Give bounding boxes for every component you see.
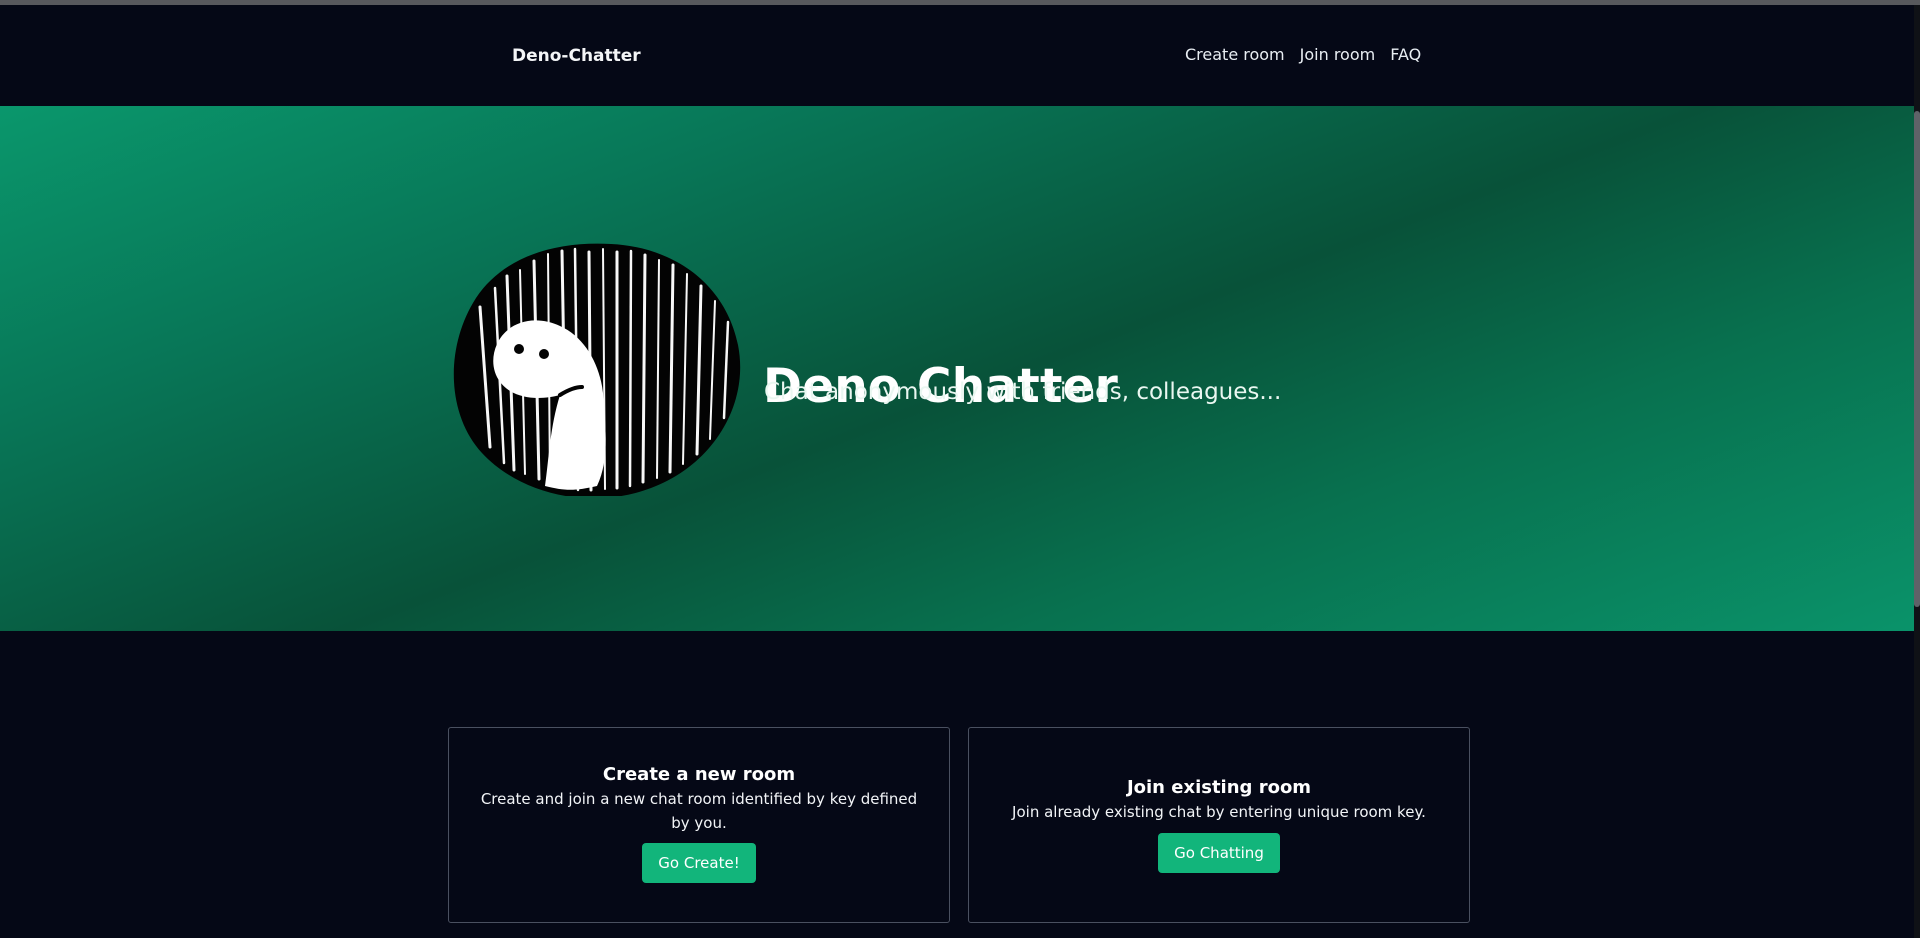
scrollbar-thumb[interactable] — [1914, 111, 1920, 607]
deno-chatter-page: Deno-Chatter Create room Join room FAQ D… — [0, 0, 1920, 938]
top-navigation-bar: Deno-Chatter Create room Join room FAQ — [0, 5, 1918, 106]
create-room-description: Create and join a new chat room identifi… — [480, 790, 918, 832]
join-room-description: Join already existing chat by entering u… — [1012, 803, 1426, 821]
join-room-title: Join existing room — [1126, 777, 1312, 798]
main-navigation: Create room Join room FAQ — [1185, 45, 1421, 64]
vertical-scrollbar[interactable] — [1914, 5, 1920, 938]
nav-create-room-link[interactable]: Create room — [1185, 45, 1285, 64]
hero-subtitle: Chat anonymously with friends, colleague… — [764, 379, 1282, 405]
deno-dinosaur-icon — [452, 240, 742, 499]
brand-link[interactable]: Deno-Chatter — [512, 46, 641, 66]
go-chatting-button[interactable]: Go Chatting — [1158, 833, 1280, 873]
create-room-card: Create a new room Create and join a new … — [448, 727, 950, 923]
nav-join-room-link[interactable]: Join room — [1300, 45, 1376, 64]
go-create-button[interactable]: Go Create! — [642, 843, 756, 883]
nav-faq-link[interactable]: FAQ — [1390, 45, 1421, 64]
create-room-title: Create a new room — [602, 764, 796, 785]
join-room-card: Join existing room Join already existing… — [968, 727, 1470, 923]
